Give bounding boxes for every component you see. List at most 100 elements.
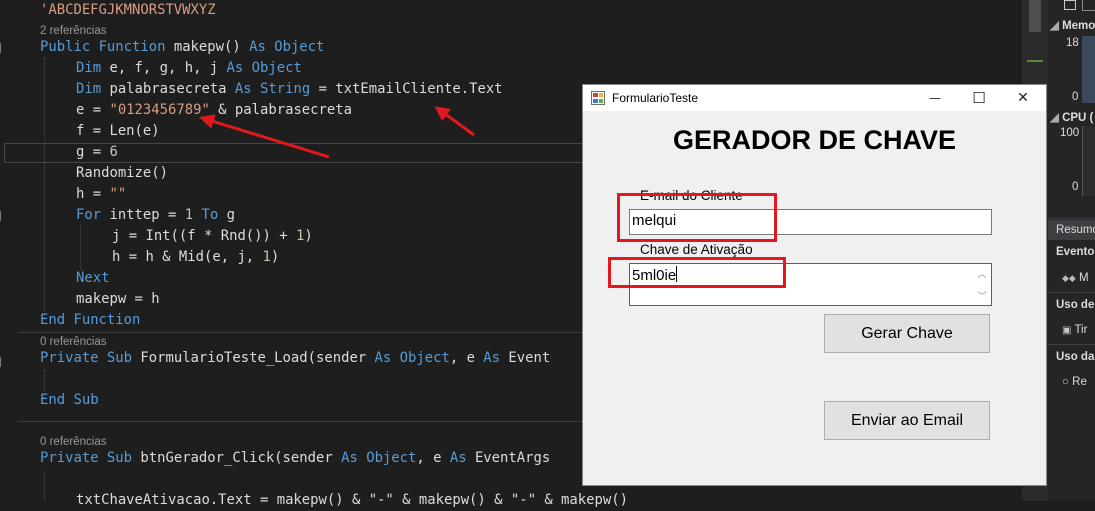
generate-key-button[interactable]: Gerar Chave (824, 314, 990, 353)
code-line[interactable]: makepw = h (76, 289, 160, 310)
code-line[interactable]: Private Sub btnGerador_Click(sender As O… (40, 448, 550, 469)
code-token: As (374, 350, 392, 366)
code-line[interactable]: g = 6 (76, 142, 118, 163)
code-token: 1 (262, 249, 271, 265)
code-token: As (249, 39, 266, 55)
indent-guide (80, 225, 81, 270)
tab-summary[interactable]: Resumo (1048, 220, 1095, 240)
code-token: g (218, 207, 235, 223)
code-line[interactable]: e = "0123456789" & palabrasecreta (76, 100, 352, 121)
cpu-graph-label: ◢ CPU ( (1050, 112, 1094, 124)
code-line[interactable]: j = Int((f * Rnd()) + 1) (112, 226, 313, 247)
code-line[interactable]: f = Len(e) (76, 121, 160, 142)
indent-guide (44, 58, 45, 320)
cpu-graph (1082, 126, 1095, 196)
pane-control[interactable] (1082, 0, 1095, 11)
editor-margin (0, 0, 18, 501)
code-line[interactable]: Dim palabrasecreta As String = txtEmailC… (76, 79, 503, 100)
code-line[interactable]: Randomize() (76, 163, 168, 184)
textbox-scrollbar[interactable]: ︿ ﹀ (974, 265, 990, 304)
code-token: , e (416, 450, 450, 466)
code-token: Object (274, 39, 325, 55)
code-token: h = h & Mid(e, j, (112, 249, 263, 265)
code-token: EventArgs (466, 450, 551, 466)
maximize-button[interactable]: ☐ (956, 85, 1002, 111)
code-token: h = (76, 186, 110, 202)
code-token: Function (73, 312, 141, 328)
code-token: txtChaveAtivacao.Text = makepw() & "-" &… (76, 492, 628, 508)
code-token: 'ABCDEFGJKMNORSTVWXYZ (40, 2, 216, 18)
code-line[interactable]: Private Sub FormularioTeste_Load(sender … (40, 348, 550, 369)
window-title: FormularioTeste (612, 91, 699, 105)
code-line[interactable]: Public Function makepw() As Object (40, 37, 324, 58)
code-line[interactable]: Next (76, 268, 109, 289)
code-token: As (341, 450, 358, 466)
app-icon (591, 91, 605, 105)
code-token: FormularioTeste_Load(sender (132, 350, 375, 366)
code-token: To (201, 207, 219, 223)
scrollbar-change-marker (1027, 60, 1043, 62)
code-token: Public (40, 39, 91, 55)
minimize-button[interactable]: — (912, 85, 958, 111)
code-token: Private (40, 350, 99, 366)
code-token: e = (76, 102, 110, 118)
code-token: Dim (76, 60, 102, 76)
code-token: btnGerador_Click(sender (132, 450, 342, 466)
code-token: Private (40, 450, 99, 466)
code-token: = txtEmailCliente.Text (310, 81, 503, 97)
code-token: As (234, 81, 252, 97)
collapse-marker (0, 357, 6, 367)
code-token: makepw() (165, 39, 250, 55)
cpu-min: 0 (1072, 181, 1079, 193)
code-token: g = (76, 144, 110, 160)
camera-icon: ▣ (1062, 325, 1072, 336)
code-token: End (40, 312, 66, 328)
code-line[interactable]: 'ABCDEFGJKMNORSTVWXYZ (40, 0, 216, 21)
code-token: "" (109, 186, 127, 202)
code-token: Sub (73, 392, 99, 408)
code-token: Sub (106, 450, 133, 466)
form-titlebar[interactable]: FormularioTeste — ☐ ✕ (583, 85, 1046, 111)
memory-graph-label: ◢ Memo (1050, 20, 1095, 32)
code-line[interactable]: h = h & Mid(e, j, 1) (112, 247, 279, 268)
code-line[interactable]: End Function (40, 310, 140, 331)
code-line[interactable]: Dim e, f, g, h, j As Object (76, 58, 302, 79)
collapse-marker (0, 211, 6, 221)
pane-divider (1048, 218, 1095, 219)
send-email-button[interactable]: Enviar ao Email (824, 401, 990, 440)
chevron-down-icon[interactable]: ﹀ (974, 289, 990, 302)
code-token: Dim (76, 81, 102, 97)
memory-graph (1082, 36, 1095, 103)
cpu-max: 100 (1060, 127, 1080, 139)
cpu-use-label: Uso da (1056, 351, 1095, 363)
memory-max: 18 (1066, 37, 1079, 49)
pause-icon[interactable] (1064, 0, 1076, 10)
pane-divider (1048, 344, 1095, 345)
events-item: ◆◆ M (1062, 272, 1089, 284)
code-token: Event (500, 350, 551, 366)
code-token: As (483, 350, 501, 366)
record-icon: ○ (1062, 376, 1069, 388)
code-token: End (40, 392, 66, 408)
chevron-up-icon[interactable]: ︿ (974, 267, 990, 280)
indent-guide (44, 470, 45, 501)
scrollbar-thumb[interactable] (1029, 0, 1041, 32)
code-token: Object (399, 350, 450, 366)
code-line[interactable]: End Sub (40, 390, 99, 411)
code-line[interactable]: For inttep = 1 To g (76, 205, 235, 226)
code-line[interactable]: h = "" (76, 184, 126, 205)
close-button[interactable]: ✕ (1000, 85, 1046, 111)
collapse-marker (0, 43, 6, 53)
form-heading: GERADOR DE CHAVE (672, 125, 957, 155)
code-token: ) (270, 249, 280, 265)
annotation-box-email (617, 193, 777, 242)
code-token: As (226, 60, 244, 76)
